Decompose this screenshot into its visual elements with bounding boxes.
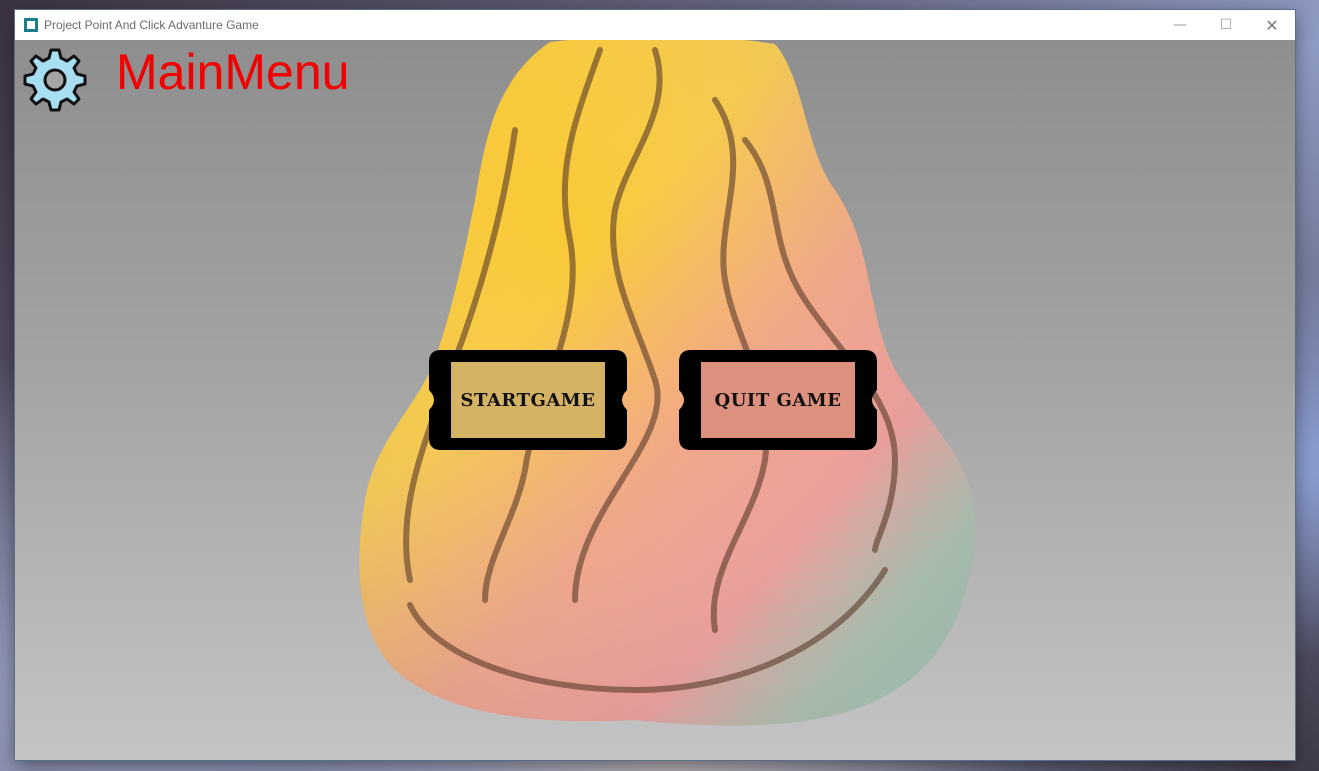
settings-gear-icon[interactable] [23,48,87,112]
window-controls: — ☐ ✕ [1157,10,1295,40]
app-window: Project Point And Click Advanture Game —… [15,10,1295,760]
maximize-button[interactable]: ☐ [1203,10,1249,40]
minimize-button[interactable]: — [1157,10,1203,40]
start-game-button[interactable]: STARTGAME [429,350,627,450]
quit-game-button[interactable]: QUIT GAME [679,350,877,450]
quit-game-label: QUIT GAME [714,389,842,411]
close-button[interactable]: ✕ [1249,10,1295,40]
main-menu-title: MainMenu [116,44,350,100]
app-icon [24,18,38,32]
gourd-background-art [359,40,975,726]
window-title: Project Point And Click Advanture Game [44,18,259,32]
start-game-label: STARTGAME [460,389,596,411]
title-bar: Project Point And Click Advanture Game —… [15,10,1295,40]
game-viewport: MainMenu STARTGAME QUIT GAME [15,40,1295,760]
